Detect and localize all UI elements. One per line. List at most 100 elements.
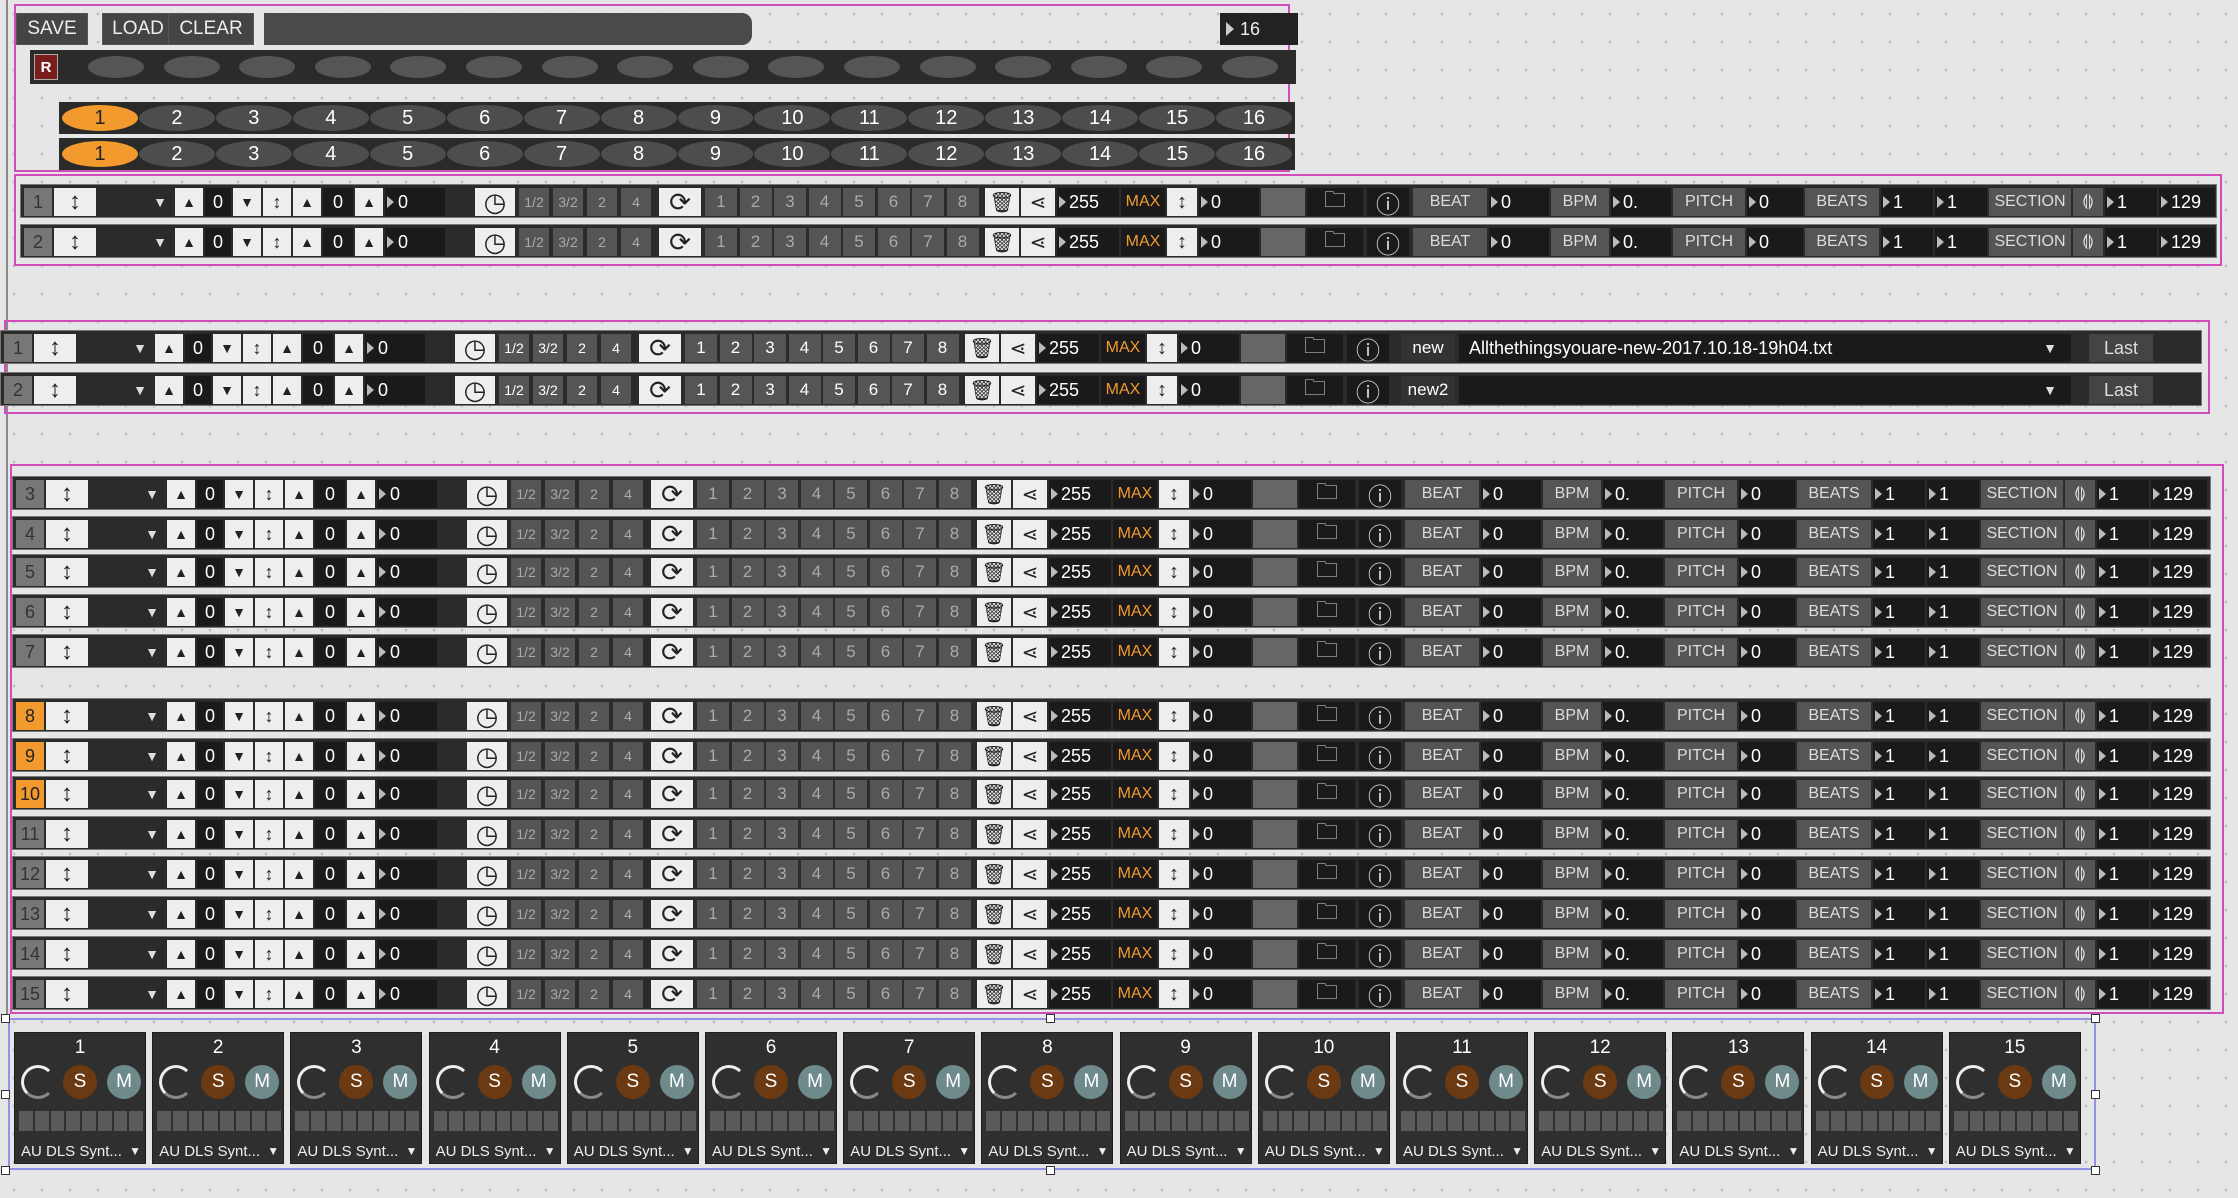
step-button[interactable]: 11 bbox=[831, 141, 908, 167]
section-label[interactable]: SECTION bbox=[1981, 820, 2063, 848]
step-toggle[interactable]: 6 bbox=[857, 376, 890, 404]
beats-label[interactable]: BEATS bbox=[1797, 900, 1871, 928]
step-toggle[interactable]: 5 bbox=[835, 780, 867, 808]
down-arrow-button[interactable]: ▼ bbox=[225, 940, 253, 968]
up-arrow-button[interactable]: ▲ bbox=[167, 742, 195, 770]
up-arrow-button[interactable]: ▲ bbox=[347, 742, 375, 770]
volume-number[interactable]: 255 bbox=[1049, 860, 1111, 888]
vertical-arrows-icon[interactable]: ↕ bbox=[1159, 742, 1189, 770]
section-end-number[interactable]: 129 bbox=[2151, 980, 2207, 1008]
folder-icon[interactable]: 🗀 bbox=[1299, 979, 1355, 1008]
beat-label[interactable]: BEAT bbox=[1413, 228, 1487, 256]
division-button[interactable]: 2 bbox=[579, 480, 609, 508]
loop-icon[interactable]: ⟳ bbox=[651, 701, 693, 731]
step-button[interactable]: 7 bbox=[523, 141, 600, 167]
beats-number[interactable]: 1 bbox=[1873, 860, 1925, 888]
mute-button[interactable]: M bbox=[383, 1065, 418, 1099]
offset-number[interactable]: 0 bbox=[377, 520, 437, 548]
section-number[interactable]: 1 bbox=[2097, 702, 2149, 730]
step-button[interactable]: 13 bbox=[985, 105, 1062, 131]
section-end-number[interactable]: 129 bbox=[2151, 520, 2207, 548]
division-button[interactable]: 2 bbox=[579, 558, 609, 586]
selection-handle[interactable] bbox=[2091, 1014, 2100, 1023]
octave-value[interactable]: 0 bbox=[315, 780, 345, 808]
step-toggle[interactable]: 3 bbox=[754, 376, 786, 404]
bpm-label[interactable]: BPM bbox=[1543, 742, 1601, 770]
bracket-icon[interactable]: ⟬⟭ bbox=[2065, 780, 2095, 808]
folder-icon[interactable]: 🗀 bbox=[1299, 899, 1355, 928]
transpose-value[interactable]: 0 bbox=[185, 376, 211, 404]
division-button[interactable]: 2 bbox=[579, 940, 609, 968]
mute-button[interactable]: M bbox=[1627, 1065, 1662, 1099]
gain-number[interactable]: 0 bbox=[1191, 480, 1251, 508]
track-dropdown[interactable]: ▼ bbox=[98, 228, 173, 256]
beats-end-number[interactable]: 1 bbox=[1927, 520, 1979, 548]
pitch-label[interactable]: PITCH bbox=[1665, 480, 1737, 508]
volume-number[interactable]: 255 bbox=[1057, 188, 1119, 216]
volume-number[interactable]: 255 bbox=[1057, 228, 1119, 256]
down-arrow-button[interactable]: ▼ bbox=[233, 228, 261, 256]
step-toggle[interactable]: 5 bbox=[843, 188, 875, 216]
down-arrow-button[interactable]: ▼ bbox=[213, 376, 241, 404]
beat-number[interactable]: 0 bbox=[1481, 900, 1541, 928]
last-button[interactable]: Last bbox=[2089, 334, 2153, 362]
loop-icon[interactable]: ⟳ bbox=[651, 479, 693, 509]
gain-number[interactable]: 0 bbox=[1179, 376, 1239, 404]
step-toggle[interactable]: 6 bbox=[869, 638, 902, 666]
pitch-label[interactable]: PITCH bbox=[1665, 638, 1737, 666]
info-icon[interactable]: ⓘ bbox=[1359, 860, 1401, 891]
up-arrow-button[interactable]: ▲ bbox=[167, 780, 195, 808]
beat-number[interactable]: 0 bbox=[1481, 598, 1541, 626]
beats-end-number[interactable]: 1 bbox=[1927, 900, 1979, 928]
drag-arrows-icon[interactable]: ↕ bbox=[255, 860, 283, 888]
beat-number[interactable]: 0 bbox=[1481, 820, 1541, 848]
folder-icon[interactable]: 🗀 bbox=[1299, 859, 1355, 888]
octave-value[interactable]: 0 bbox=[315, 742, 345, 770]
gain-number[interactable]: 0 bbox=[1191, 940, 1251, 968]
up-arrow-button[interactable]: ▲ bbox=[273, 334, 301, 362]
trash-icon[interactable]: 🗑 bbox=[977, 520, 1011, 548]
bpm-number[interactable]: 0. bbox=[1603, 860, 1663, 888]
trash-icon[interactable]: 🗑 bbox=[977, 742, 1011, 770]
division-button[interactable]: 3/2 bbox=[545, 780, 575, 808]
volume-knob[interactable] bbox=[159, 1065, 194, 1099]
step-toggle[interactable]: 1 bbox=[697, 520, 729, 548]
clock-icon[interactable]: ◷ bbox=[455, 333, 495, 363]
section-label[interactable]: SECTION bbox=[1981, 860, 2063, 888]
bracket-icon[interactable]: ⟬⟭ bbox=[2073, 228, 2103, 256]
gain-number[interactable]: 0 bbox=[1199, 228, 1259, 256]
split-icon[interactable]: ⋖ bbox=[1013, 702, 1047, 730]
mute-button[interactable]: M bbox=[936, 1065, 971, 1099]
down-arrow-button[interactable]: ▼ bbox=[225, 702, 253, 730]
beats-label[interactable]: BEATS bbox=[1797, 860, 1871, 888]
track-dropdown[interactable]: ▼ bbox=[90, 520, 165, 548]
step-toggle[interactable]: 4 bbox=[800, 598, 833, 626]
division-button[interactable]: 4 bbox=[613, 638, 643, 666]
step-toggle[interactable]: 1 bbox=[697, 598, 729, 626]
mute-button[interactable]: M bbox=[2041, 1065, 2076, 1099]
pitch-number[interactable]: 0 bbox=[1739, 638, 1795, 666]
offset-number[interactable]: 0 bbox=[385, 188, 445, 216]
split-icon[interactable]: ⋖ bbox=[1013, 520, 1047, 548]
step-toggle[interactable]: 8 bbox=[938, 860, 971, 888]
bpm-number[interactable]: 0. bbox=[1603, 598, 1663, 626]
pitch-label[interactable]: PITCH bbox=[1665, 980, 1737, 1008]
bpm-number[interactable]: 0. bbox=[1603, 980, 1663, 1008]
beat-number[interactable]: 0 bbox=[1481, 480, 1541, 508]
beats-end-number[interactable]: 1 bbox=[1927, 558, 1979, 586]
step-toggle[interactable]: 5 bbox=[835, 702, 867, 730]
drag-arrows-icon[interactable]: ↕ bbox=[255, 638, 283, 666]
step-toggle[interactable]: 5 bbox=[835, 820, 867, 848]
step-button[interactable]: 9 bbox=[677, 141, 754, 167]
volume-knob[interactable] bbox=[1126, 1065, 1161, 1099]
track-dropdown[interactable]: ▼ bbox=[78, 376, 153, 404]
beats-number[interactable]: 1 bbox=[1873, 638, 1925, 666]
section-end-number[interactable]: 129 bbox=[2151, 638, 2207, 666]
volume-number[interactable]: 255 bbox=[1049, 702, 1111, 730]
vertical-arrows-icon[interactable]: ↕ bbox=[1159, 940, 1189, 968]
loop-icon[interactable]: ⟳ bbox=[639, 333, 681, 363]
clock-icon[interactable]: ◷ bbox=[467, 741, 507, 771]
step-toggle[interactable]: 4 bbox=[788, 376, 821, 404]
clock-icon[interactable]: ◷ bbox=[467, 779, 507, 809]
clock-icon[interactable]: ◷ bbox=[467, 519, 507, 549]
